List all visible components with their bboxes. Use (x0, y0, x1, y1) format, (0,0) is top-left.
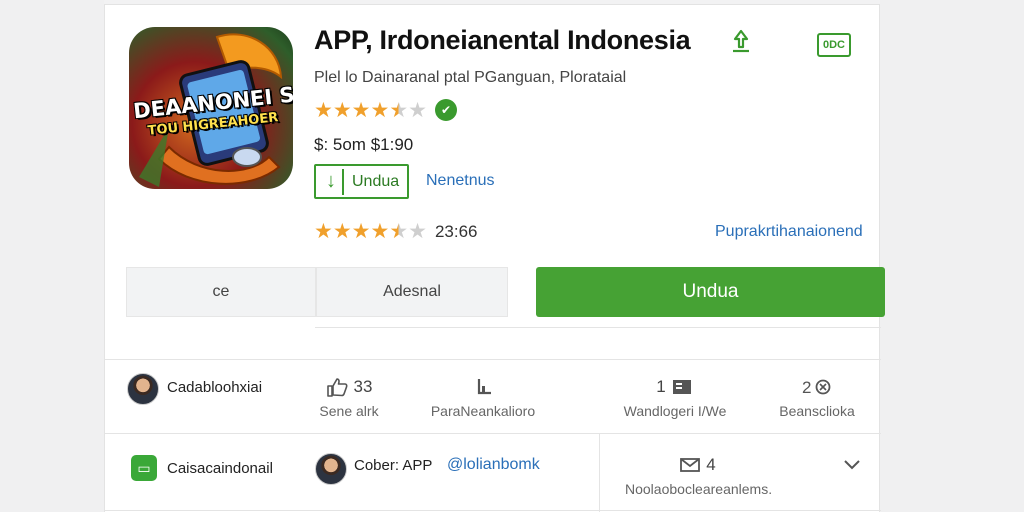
section-divider (315, 327, 881, 328)
row-divider-top (105, 359, 881, 360)
chat-icon: ▭ (131, 455, 157, 481)
stat-likes-value: 33 (353, 377, 373, 396)
rating-count: 23:66 (434, 221, 478, 241)
star-icon: ★ (370, 220, 390, 243)
app-title: APP, Irdoneianental Indonesia (314, 25, 691, 55)
right-info-link[interactable]: Puprakrtihanaionend (715, 223, 863, 241)
mail-icon (680, 458, 701, 472)
stat-likes[interactable]: 33 Sene alrk (301, 377, 397, 419)
star-half-icon: ★ (389, 220, 409, 243)
stat-reports[interactable]: 1 Wandlogeri I/We (615, 377, 735, 419)
left-background (0, 0, 104, 512)
svg-text:2: 2 (802, 378, 811, 397)
chat-label[interactable]: Caisacaindonail (167, 460, 273, 477)
primary-download-button[interactable]: Undua (536, 267, 885, 317)
star-icon: ★ (351, 220, 371, 243)
mail-count: 4 (706, 455, 716, 474)
rating-stars-top: ★ ★ ★ ★ ★ ★ ✔ (314, 99, 457, 121)
content-rating-badge: 0DC (817, 33, 851, 57)
middle-action-button[interactable]: Adesnal (316, 267, 508, 317)
star-icon: ★ (351, 98, 371, 122)
stat-reviews-label: ParaNeankalioro (430, 403, 536, 419)
stat-reports-label: Wandlogeri I/We (623, 403, 727, 419)
download-arrow-icon: ↓ (320, 168, 344, 195)
app-icon[interactable]: DEAANONEI SAN TOU HIGREAHOER (129, 27, 293, 189)
rating-stars-summary: ★ ★ ★ ★ ★ ★ 23:66 (314, 221, 478, 242)
star-icon: ★ (332, 98, 352, 122)
app-detail-card: DEAANONEI SAN TOU HIGREAHOER APP, Irdone… (104, 4, 885, 512)
right-background (880, 0, 1024, 512)
mail-label: Noolaobocleareanlems. (625, 481, 773, 497)
download-small-button[interactable]: ↓ Undua (314, 164, 409, 199)
left-action-button[interactable]: ce (126, 267, 316, 317)
author-label: Cober: APP (354, 457, 433, 474)
refresh-icon: 2 (802, 378, 831, 397)
user-name-label[interactable]: Cadabloohxiai (167, 379, 262, 396)
author-avatar[interactable] (315, 453, 347, 485)
row-divider-middle (105, 433, 881, 434)
star-half-icon: ★ (389, 98, 409, 122)
download-small-label: Undua (352, 172, 400, 190)
chevron-down-icon[interactable] (843, 455, 861, 476)
row-divider-bottom (105, 510, 881, 511)
author-handle-link[interactable]: @lolianbomk (447, 456, 540, 474)
stat-refresh-label: Beansclioka (779, 403, 855, 419)
stat-likes-label: Sene alrk (319, 403, 379, 419)
stat-reports-value: 1 (656, 377, 666, 396)
star-icon: ★ (314, 98, 333, 122)
row2-vertical-divider (599, 433, 600, 512)
star-empty-icon: ★ (408, 220, 427, 243)
app-developer[interactable]: Plel lo Dainaranal ptal PGanguan, Plorat… (314, 69, 626, 87)
flag-icon (672, 380, 691, 394)
star-empty-icon: ★ (408, 98, 427, 122)
user-avatar[interactable] (127, 373, 159, 405)
secondary-link[interactable]: Nenetnus (426, 172, 495, 190)
stat-refresh[interactable]: 2 Beansclioka (769, 377, 865, 419)
stat-reviews[interactable]: ParaNeankalioro (423, 377, 543, 419)
mail-stat[interactable]: 4 Noolaobocleareanlems. (625, 455, 773, 497)
thumb-up-icon (326, 378, 348, 397)
chart-icon (477, 379, 491, 395)
star-icon: ★ (370, 98, 390, 122)
star-icon: ★ (332, 220, 352, 243)
star-icon: ★ (314, 220, 333, 243)
app-price: $: 5om $1:90 (314, 135, 414, 154)
verified-check-icon: ✔ (434, 99, 457, 121)
share-icon[interactable] (731, 29, 751, 53)
